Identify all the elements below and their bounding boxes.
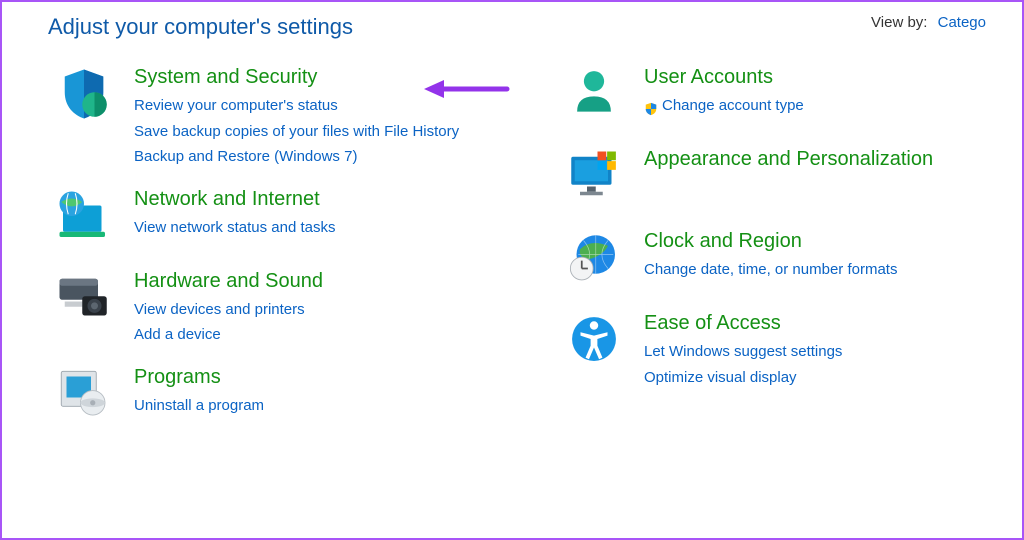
clock-globe-icon bbox=[562, 230, 626, 294]
link-change-account-type[interactable]: Change account type bbox=[644, 93, 1002, 119]
view-by-value[interactable]: Catego bbox=[938, 14, 986, 31]
link-change-account-type-text: Change account type bbox=[662, 93, 804, 119]
link-suggest-settings[interactable]: Let Windows suggest settings bbox=[644, 339, 1002, 365]
link-backup-restore[interactable]: Backup and Restore (Windows 7) bbox=[134, 144, 512, 170]
category-system-and-security: System and Security Review your computer… bbox=[52, 66, 512, 170]
link-devices-printers[interactable]: View devices and printers bbox=[134, 297, 512, 323]
category-network-and-internet: Network and Internet View network status… bbox=[52, 188, 512, 252]
category-title-network[interactable]: Network and Internet bbox=[134, 188, 320, 211]
shield-icon bbox=[52, 66, 116, 130]
link-optimize-display[interactable]: Optimize visual display bbox=[644, 365, 1002, 391]
programs-icon bbox=[52, 366, 116, 430]
category-title-ease-of-access[interactable]: Ease of Access bbox=[644, 312, 781, 335]
monitor-icon bbox=[562, 148, 626, 212]
page-title: Adjust your computer's settings bbox=[48, 14, 353, 40]
link-review-status[interactable]: Review your computer's status bbox=[134, 93, 512, 119]
category-title-programs[interactable]: Programs bbox=[134, 366, 221, 389]
link-network-status[interactable]: View network status and tasks bbox=[134, 215, 512, 241]
category-title-hardware[interactable]: Hardware and Sound bbox=[134, 270, 323, 293]
category-ease-of-access: Ease of Access Let Windows suggest setti… bbox=[562, 312, 1002, 390]
category-appearance: Appearance and Personalization bbox=[562, 148, 1002, 212]
view-by-control[interactable]: View by: Catego bbox=[871, 14, 986, 31]
accessibility-icon bbox=[562, 312, 626, 376]
user-icon bbox=[562, 66, 626, 130]
link-add-device[interactable]: Add a device bbox=[134, 322, 512, 348]
network-icon bbox=[52, 188, 116, 252]
hardware-icon bbox=[52, 270, 116, 334]
link-change-date-time[interactable]: Change date, time, or number formats bbox=[644, 257, 1002, 283]
link-file-history[interactable]: Save backup copies of your files with Fi… bbox=[134, 119, 512, 145]
link-uninstall-program[interactable]: Uninstall a program bbox=[134, 393, 512, 419]
category-clock-region: Clock and Region Change date, time, or n… bbox=[562, 230, 1002, 294]
category-programs: Programs Uninstall a program bbox=[52, 366, 512, 430]
category-title-system-and-security[interactable]: System and Security bbox=[134, 66, 317, 89]
category-title-clock-region[interactable]: Clock and Region bbox=[644, 230, 802, 253]
view-by-label: View by: bbox=[871, 14, 927, 31]
uac-shield-icon bbox=[644, 99, 658, 113]
category-title-appearance[interactable]: Appearance and Personalization bbox=[644, 148, 933, 171]
category-hardware-and-sound: Hardware and Sound View devices and prin… bbox=[52, 270, 512, 348]
category-user-accounts: User Accounts Change account type bbox=[562, 66, 1002, 130]
category-title-user-accounts[interactable]: User Accounts bbox=[644, 66, 773, 89]
